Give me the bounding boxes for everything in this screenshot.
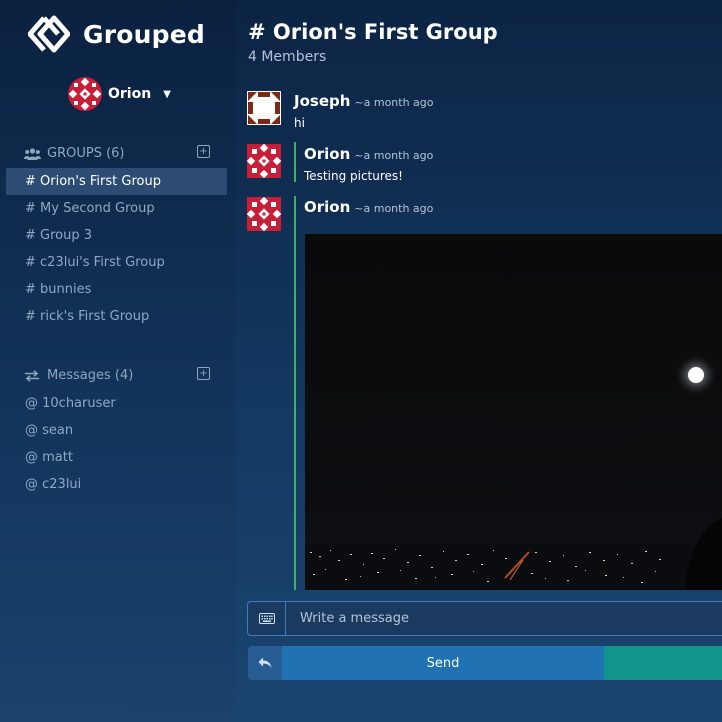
avatar — [247, 197, 281, 231]
sidebar-item-dm[interactable]: @ c23lui — [6, 471, 227, 498]
message-text: hi — [294, 116, 305, 130]
send-button[interactable]: Send — [282, 646, 604, 680]
sidebar-item-group[interactable]: # bunnies — [6, 276, 227, 303]
sidebar-item-group[interactable]: # Group 3 — [6, 222, 227, 249]
sidebar: Grouped Orion ▼ GROUPS (6) + # Orion's F… — [0, 0, 235, 722]
grouped-logo-icon — [28, 15, 70, 53]
sidebar-item-group[interactable]: # My Second Group — [6, 195, 227, 222]
thread-line — [294, 196, 296, 590]
users-icon — [24, 147, 42, 160]
keyboard-icon[interactable] — [248, 602, 286, 635]
message-author[interactable]: Orion — [304, 145, 350, 163]
message-time: ~a month ago — [354, 202, 434, 215]
attach-button[interactable] — [604, 646, 722, 680]
message-input[interactable] — [298, 610, 702, 627]
caret-down-icon: ▼ — [163, 88, 171, 100]
messages-header-label: Messages (4) — [47, 368, 134, 383]
sidebar-item-group[interactable]: # Orion's First Group — [6, 168, 227, 195]
message-time: ~a month ago — [354, 96, 434, 109]
composer-actions: Send — [248, 646, 722, 680]
app-name: Grouped — [83, 19, 205, 49]
avatar — [68, 77, 102, 111]
message-time: ~a month ago — [354, 149, 434, 162]
groups-header-label: GROUPS (6) — [47, 146, 125, 161]
exchange-icon — [24, 369, 42, 382]
avatar — [247, 91, 281, 125]
user-menu[interactable]: Orion ▼ — [68, 77, 171, 111]
user-name: Orion — [108, 86, 152, 102]
message-author[interactable]: Joseph — [294, 92, 350, 110]
message-author[interactable]: Orion — [304, 198, 350, 216]
thread-line — [294, 142, 296, 182]
sidebar-item-dm[interactable]: @ sean — [6, 417, 227, 444]
sidebar-item-group[interactable]: # rick's First Group — [6, 303, 227, 330]
groups-header: GROUPS (6) + — [24, 145, 210, 161]
reply-button[interactable] — [248, 646, 282, 680]
sidebar-item-dm[interactable]: @ 10charuser — [6, 390, 227, 417]
reply-icon — [258, 657, 272, 668]
message-image[interactable] — [305, 234, 722, 590]
channel-title: # Orion's First Group — [248, 20, 498, 44]
message-text: Testing pictures! — [304, 169, 403, 183]
messages-header: Messages (4) + — [24, 367, 210, 383]
sidebar-item-group[interactable]: # c23lui's First Group — [6, 249, 227, 276]
app-logo[interactable]: Grouped — [28, 14, 205, 54]
avatar — [247, 144, 281, 178]
member-count: 4 Members — [248, 49, 327, 65]
add-message-button[interactable]: + — [197, 367, 210, 380]
message-composer — [247, 601, 722, 636]
sidebar-item-dm[interactable]: @ matt — [6, 444, 227, 471]
add-group-button[interactable]: + — [197, 145, 210, 158]
